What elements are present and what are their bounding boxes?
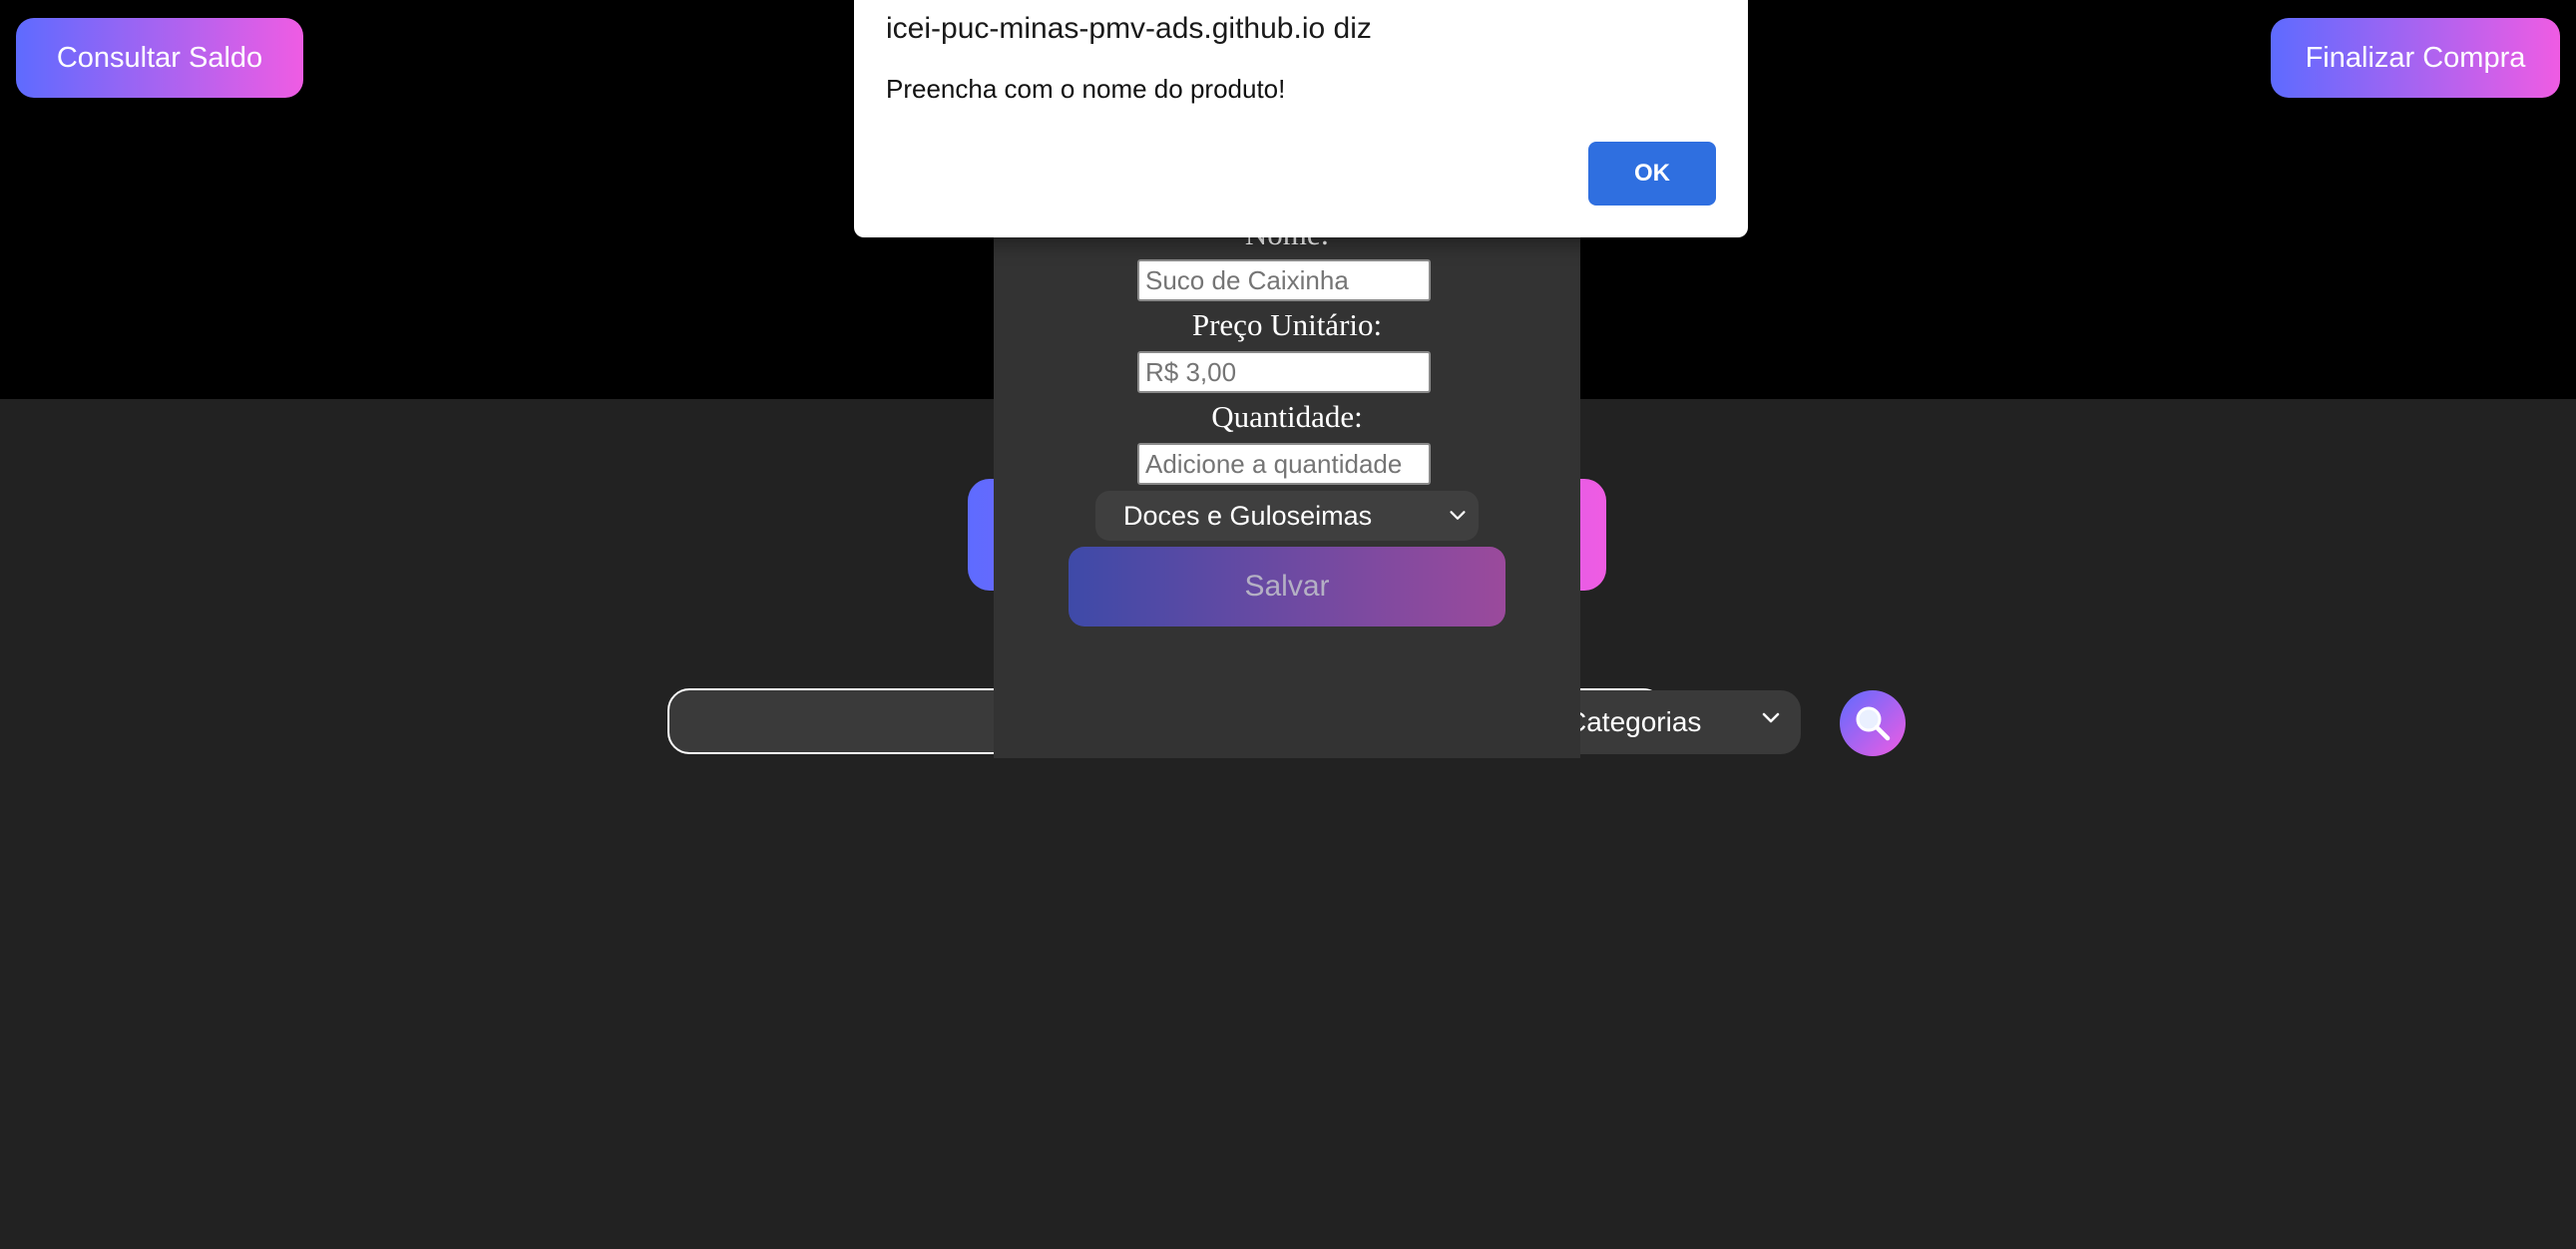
quantity-label: Quantidade: <box>1211 399 1363 434</box>
chevron-down-icon <box>1762 712 1780 723</box>
alert-origin: icei-puc-minas-pmv-ads.github.io diz <box>886 12 1372 45</box>
alert-message: Preencha com o nome do produto! <box>886 74 1286 104</box>
chevron-down-icon <box>1450 511 1466 520</box>
finalizar-compra-button[interactable]: Finalizar Compra <box>2271 18 2560 98</box>
category-filter-value: Categorias <box>1566 706 1702 737</box>
save-button[interactable]: Salvar <box>1069 547 1505 626</box>
price-label: Preço Unitário: <box>1191 307 1383 342</box>
magnifier-icon <box>1856 706 1891 741</box>
alert-dialog: icei-puc-minas-pmv-ads.github.io diz Pre… <box>854 0 1748 237</box>
product-category-value: Doces e Guloseimas <box>1123 500 1373 531</box>
unit-price-input[interactable] <box>1137 351 1431 393</box>
product-form-panel: Nome: Preço Unitário: Quantidade: Doces … <box>994 160 1580 758</box>
product-category-select[interactable]: Doces e Guloseimas <box>1095 491 1479 541</box>
search-button[interactable] <box>1840 690 1906 756</box>
product-name-input[interactable] <box>1137 259 1431 301</box>
ok-button[interactable]: OK <box>1588 142 1716 206</box>
quantity-input[interactable] <box>1137 443 1431 485</box>
consultar-saldo-button[interactable]: Consultar Saldo <box>16 18 303 98</box>
